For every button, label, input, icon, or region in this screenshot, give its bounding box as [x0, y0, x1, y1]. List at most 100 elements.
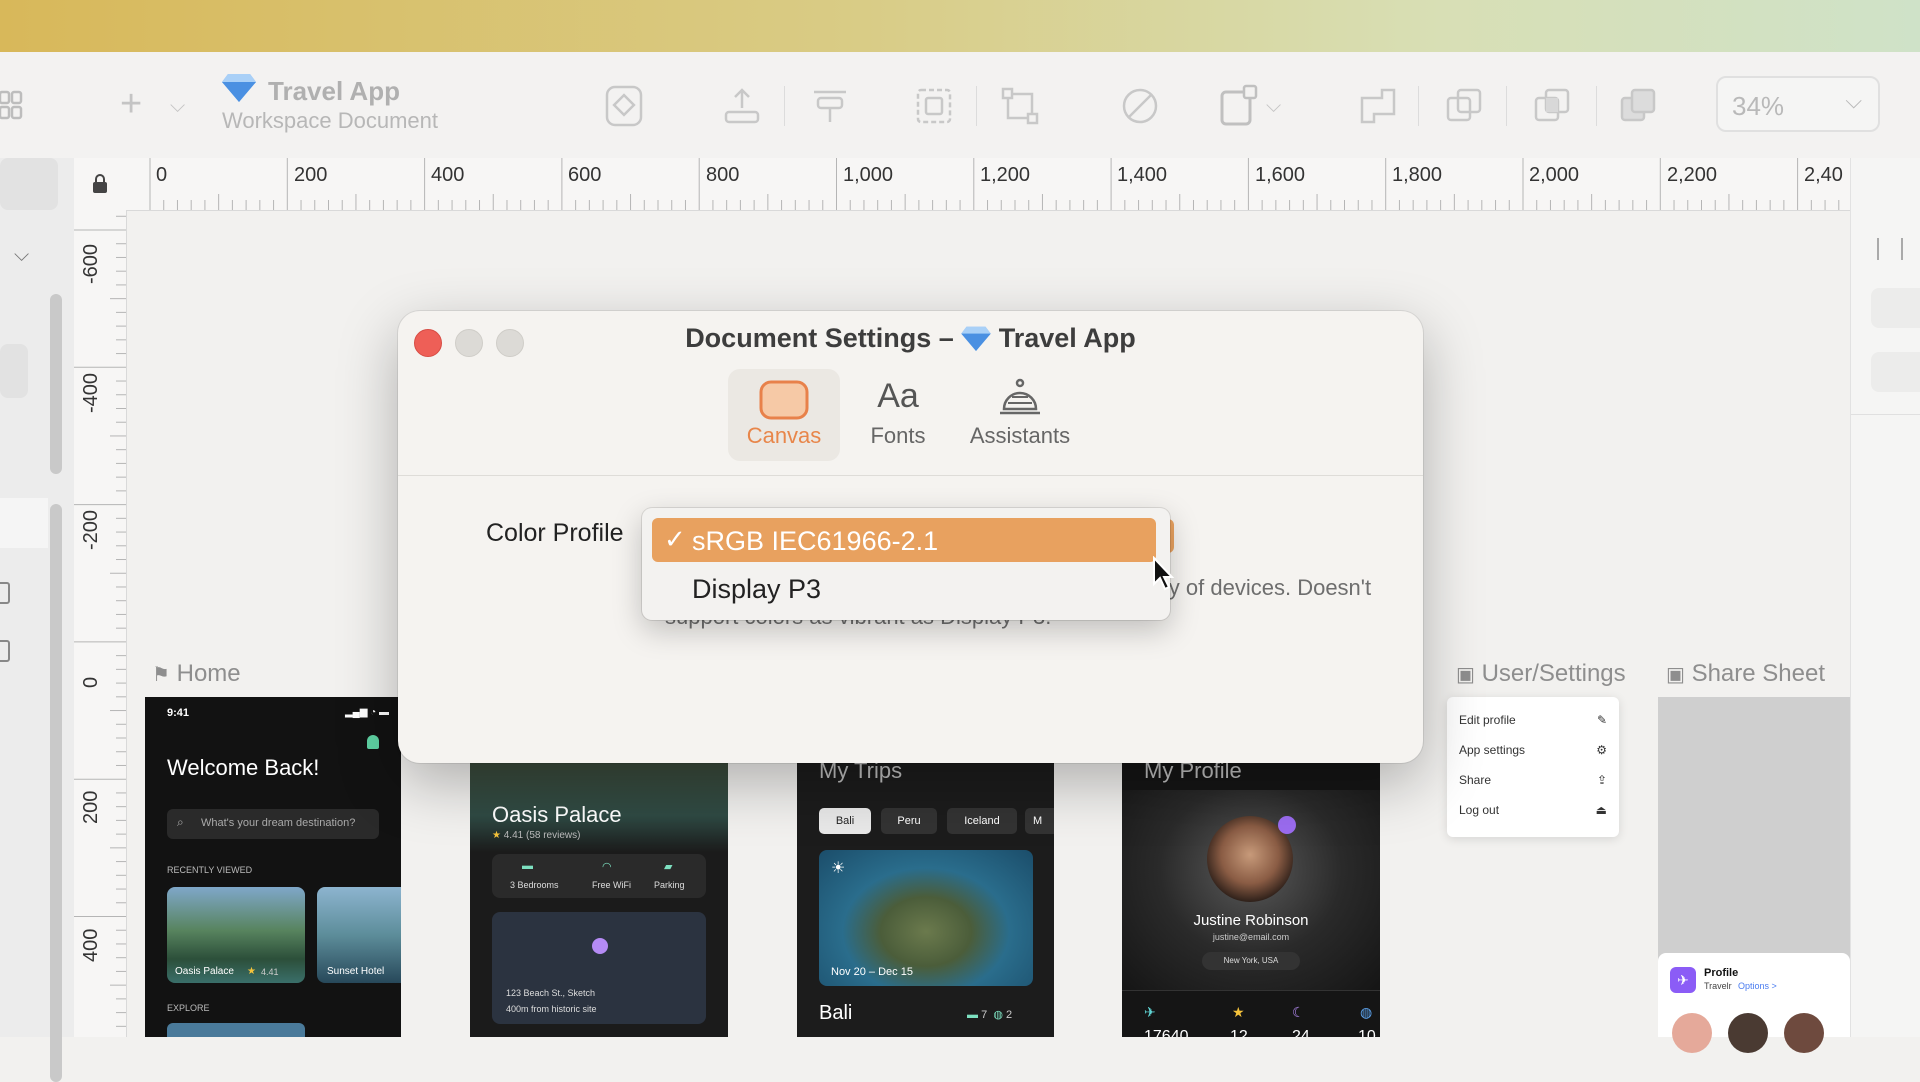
stat-value: 12	[1230, 1028, 1248, 1037]
status-time: 9:41	[167, 707, 190, 719]
menu-edit-profile[interactable]: Edit profile	[1459, 713, 1516, 727]
mouse-cursor-icon	[1153, 556, 1175, 591]
chevron-down-icon[interactable]: ⌵	[170, 86, 185, 126]
sidebar-scrollbar-lower[interactable]	[50, 504, 62, 1082]
document-title: Travel App	[268, 76, 400, 106]
toolbar-divider	[1596, 86, 1597, 126]
sidebar-scrollbar[interactable]	[50, 294, 62, 474]
ruler-label: 1,400	[1117, 164, 1168, 186]
zoom-select[interactable]: 34% ⌵	[1716, 76, 1880, 132]
sidebar-row-selected[interactable]	[0, 344, 28, 398]
home-screen-frame[interactable]: 9:41 ▂▄▆ ◔ ▬ Welcome Back! ⌕ What's your…	[145, 697, 401, 1037]
chevron-down-icon: ⌵	[1845, 88, 1862, 113]
trip-image-bali[interactable]: ☀ Nov 20 – Dec 15	[819, 850, 1033, 986]
rotate-icon[interactable]	[1120, 86, 1160, 126]
document-gem-icon	[961, 326, 991, 351]
frame-icon[interactable]	[1218, 84, 1258, 128]
zoom-value: 34%	[1732, 91, 1785, 121]
ruler-label: 2,000	[1529, 164, 1580, 186]
menu-share[interactable]: Share	[1459, 773, 1491, 787]
moon-icon: ☾	[1292, 1004, 1305, 1020]
logout-icon: ⏏	[1595, 803, 1607, 817]
stat-value: 10	[1358, 1028, 1376, 1037]
sidebar-row[interactable]	[0, 498, 48, 548]
option-srgb[interactable]: ✓ sRGB IEC61966-2.1	[652, 518, 1156, 562]
align-bottom-icon[interactable]	[722, 86, 762, 126]
tab-fonts[interactable]: Aa Fonts	[853, 369, 943, 461]
verified-badge-icon	[1278, 816, 1296, 834]
sidebar-tab[interactable]	[0, 158, 58, 210]
ruler-label: 400	[80, 928, 102, 962]
people-icon: ◍	[993, 1009, 1003, 1021]
chip-bali[interactable]: Bali	[819, 808, 871, 834]
ruler-label: 1,800	[1392, 164, 1443, 186]
contact-avatar[interactable]	[1672, 1013, 1712, 1053]
frame-label-user-settings[interactable]: ▣ User/Settings	[1456, 660, 1626, 688]
inspector-toggle-icon[interactable]	[1877, 238, 1903, 260]
union-icon[interactable]	[1358, 86, 1398, 126]
chip-iceland[interactable]: Iceland	[947, 808, 1017, 834]
grid-icon[interactable]	[0, 90, 24, 120]
chevron-down-icon[interactable]: ⌵	[14, 244, 29, 267]
group-icon[interactable]	[914, 86, 954, 126]
card-sunset-hotel[interactable]: Sunset Hotel	[317, 887, 401, 983]
chip-more[interactable]: M	[1025, 808, 1054, 834]
detail-screen-frame[interactable]: Oasis Palace ★ 4.41 (58 reviews) 3 Bedro…	[470, 762, 728, 1037]
ruler-label: 1,200	[980, 164, 1031, 186]
sun-icon: ☀	[831, 860, 846, 877]
intersect-icon[interactable]	[1532, 86, 1572, 126]
ruler-label: 1,000	[843, 164, 894, 186]
app-logo-icon: ✈	[1670, 967, 1696, 993]
tab-assistants[interactable]: Assistants	[960, 369, 1080, 461]
document-gem-icon	[222, 74, 256, 102]
stat-value: 24	[1292, 1028, 1310, 1037]
notification-bell-icon[interactable]	[367, 735, 379, 749]
bed-icon: ▬	[522, 860, 533, 872]
plus-icon[interactable]: +	[120, 84, 142, 124]
canvas-icon	[759, 380, 809, 420]
bell-icon	[1000, 378, 1040, 415]
lock-icon[interactable]	[92, 174, 108, 194]
map-panel[interactable]: 123 Beach St., Sketch 400m from historic…	[492, 912, 706, 1024]
subtract-icon[interactable]	[1444, 86, 1484, 126]
transform-icon[interactable]	[1000, 86, 1040, 126]
difference-icon[interactable]	[1618, 86, 1658, 126]
tab-canvas[interactable]: Canvas	[728, 369, 840, 461]
frame-label-home[interactable]: ⚑ Home	[152, 660, 241, 688]
frame-icon: ▣	[1456, 664, 1475, 686]
profile-screen-frame[interactable]: My Profile Justine Robinson justine@emai…	[1122, 762, 1380, 1037]
lock-icon[interactable]	[0, 582, 10, 604]
explore-card[interactable]	[167, 1023, 305, 1037]
option-display-p3[interactable]: Display P3	[692, 574, 821, 605]
home-search-input[interactable]: ⌕ What's your dream destination?	[167, 809, 379, 839]
gear-icon: ⚙	[1596, 743, 1607, 757]
symbol-icon[interactable]	[604, 84, 644, 128]
user-settings-menu: Edit profile ✎ App settings ⚙ Share ⇪ Lo…	[1447, 697, 1619, 837]
star-icon: ★	[247, 966, 256, 977]
menu-log-out[interactable]: Log out	[1459, 803, 1499, 817]
ruler-label: 600	[568, 164, 602, 186]
chip-peru[interactable]: Peru	[881, 808, 937, 834]
chevron-down-icon[interactable]: ⌵	[1266, 86, 1281, 126]
menu-app-settings[interactable]: App settings	[1459, 743, 1525, 757]
ruler-label: 400	[431, 164, 465, 186]
fonts-icon: Aa	[877, 377, 919, 415]
bed-icon: ▬	[967, 1009, 978, 1021]
inspector-field[interactable]	[1871, 288, 1920, 328]
star-icon: ★	[1232, 1004, 1245, 1020]
star-icon: ★	[492, 830, 501, 841]
ruler-label: 2,40	[1804, 164, 1843, 186]
options-link[interactable]: Options >	[1738, 981, 1777, 991]
share-sheet-frame[interactable]: ✈ Profile Travelr Options >	[1658, 697, 1850, 1053]
inspector-panel	[1850, 158, 1920, 1037]
distribute-icon[interactable]	[810, 86, 850, 126]
ruler-label: -600	[80, 243, 102, 284]
trips-screen-frame[interactable]: My Trips Bali Peru Iceland M ☀ Nov 20 – …	[797, 762, 1054, 1037]
lock-icon[interactable]	[0, 640, 10, 662]
frame-icon: ▣	[1666, 664, 1685, 686]
inspector-field[interactable]	[1871, 352, 1920, 392]
frame-label-share-sheet[interactable]: ▣ Share Sheet	[1666, 660, 1825, 688]
contact-avatar[interactable]	[1784, 1013, 1824, 1053]
card-oasis-palace[interactable]: Oasis Palace ★ 4.41	[167, 887, 305, 983]
contact-avatar[interactable]	[1728, 1013, 1768, 1053]
